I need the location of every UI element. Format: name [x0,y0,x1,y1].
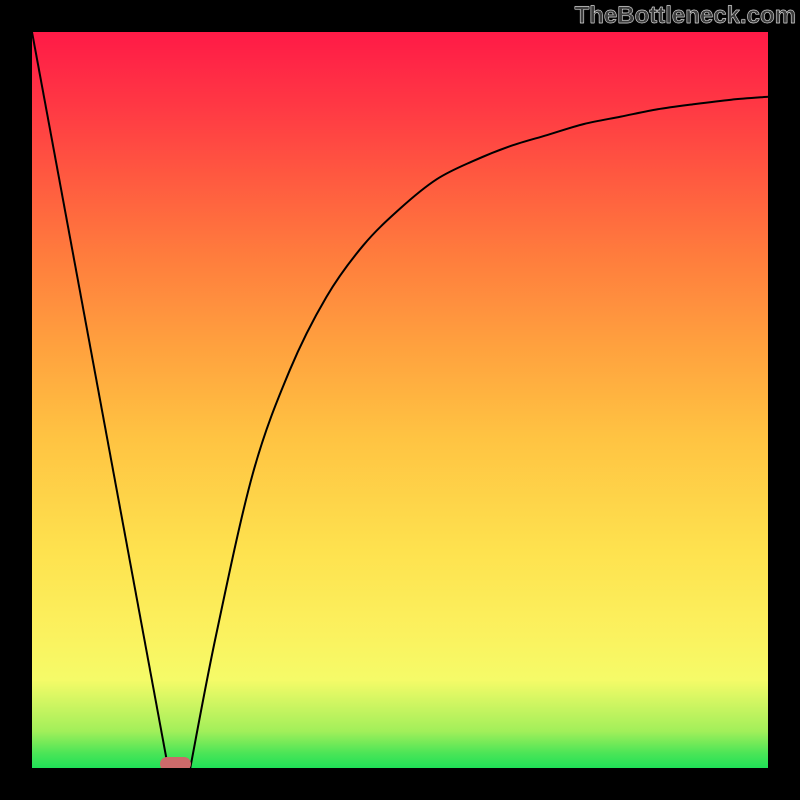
watermark-text: TheBottleneck.com [575,2,796,30]
curve-right-branch [190,97,768,768]
plot-area [32,32,768,768]
curve-layer [32,32,768,768]
curve-left-branch [32,32,168,768]
chart-frame: TheBottleneck.com [0,0,800,800]
minimum-marker [160,757,192,768]
